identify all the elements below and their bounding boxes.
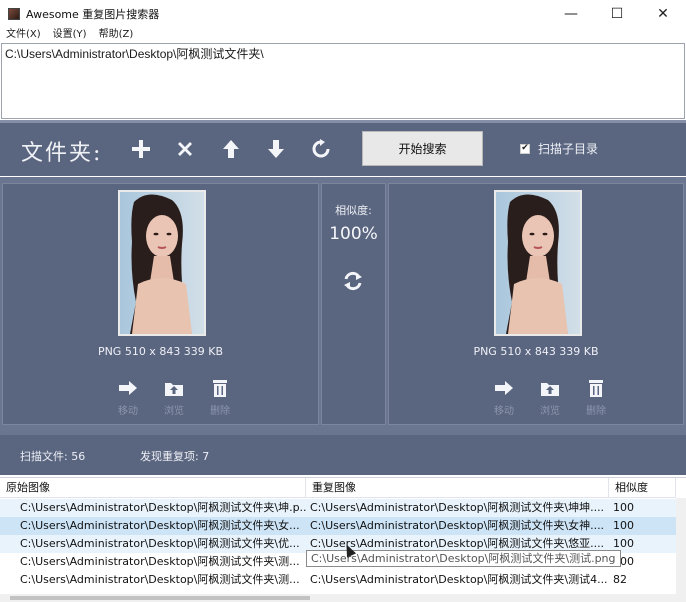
- duplicates-found-count: 发现重复项: 7: [140, 450, 210, 463]
- app-icon: [8, 8, 20, 20]
- original-path: C:\Users\Administrator\Desktop\阿枫测试文件夹\测…: [20, 555, 300, 568]
- delete-label: 删除: [586, 406, 606, 417]
- original-image-preview[interactable]: [118, 190, 206, 336]
- scan-subdir-label: 扫描子目录: [538, 142, 599, 156]
- scan-subdir-checkbox[interactable]: ✔: [520, 143, 530, 154]
- scan-subdir-option[interactable]: ✔ 扫描子目录: [520, 140, 598, 157]
- column-original[interactable]: 原始图像: [0, 478, 306, 497]
- original-path: C:\Users\Administrator\Desktop\阿枫测试文件夹\女…: [20, 519, 300, 532]
- original-image-panel: PNG 510 x 843 339 KB 移动 浏览 删除: [2, 183, 319, 425]
- duplicate-path: C:\Users\Administrator\Desktop\阿枫测试文件夹\坤…: [310, 501, 605, 514]
- duplicate-image-panel: PNG 510 x 843 339 KB 移动 浏览 删除: [388, 183, 684, 425]
- table-row[interactable]: C:\Users\Administrator\Desktop\阿枫测试文件夹\坤…: [0, 499, 676, 517]
- scanned-files-count: 扫描文件: 56: [20, 450, 86, 463]
- folder-toolbar: 文件夹: 开始搜索 ✔ 扫描子目录: [0, 120, 686, 176]
- plus-icon[interactable]: [129, 137, 153, 161]
- duplicate-path: C:\Users\Administrator\Desktop\阿枫测试文件夹\测…: [310, 573, 608, 586]
- menu-file[interactable]: 文件(X): [6, 28, 41, 42]
- arrow-right-icon: [117, 378, 139, 398]
- browse-label: 浏览: [164, 406, 184, 417]
- similarity-value: 100%: [329, 224, 378, 244]
- folder-item[interactable]: C:\Users\Administrator\Desktop\阿枫测试文件夹\: [2, 44, 684, 62]
- column-duplicate[interactable]: 重复图像: [306, 478, 609, 497]
- move-label: 移动: [118, 406, 138, 417]
- duplicate-image-info: PNG 510 x 843 339 KB: [473, 345, 599, 358]
- trash-icon: [585, 378, 607, 398]
- original-path: C:\Users\Administrator\Desktop\阿枫测试文件夹\测…: [20, 573, 300, 586]
- refresh-icon[interactable]: [309, 137, 333, 161]
- menu-settings[interactable]: 设置(Y): [53, 28, 87, 42]
- arrow-down-icon[interactable]: [264, 137, 288, 161]
- move-label: 移动: [494, 406, 514, 417]
- scrollbar-thumb[interactable]: [10, 596, 310, 600]
- table-body: C:\Users\Administrator\Desktop\阿枫测试文件夹\坤…: [0, 499, 676, 589]
- similarity-cell: 100: [613, 519, 634, 532]
- minimize-button[interactable]: —: [548, 0, 594, 28]
- original-path: C:\Users\Administrator\Desktop\阿枫测试文件夹\坤…: [20, 501, 306, 514]
- swap-icon[interactable]: [340, 268, 366, 294]
- table-row[interactable]: C:\Users\Administrator\Desktop\阿枫测试文件夹\测…: [0, 571, 676, 589]
- x-icon[interactable]: [173, 137, 197, 161]
- column-similarity[interactable]: 相似度: [609, 478, 676, 497]
- folder-open-icon: [163, 378, 185, 398]
- menu-help[interactable]: 帮助(Z): [99, 28, 134, 42]
- similarity-panel: 相似度: 100%: [321, 183, 386, 425]
- duplicate-image-actions: 移动 浏览 删除: [481, 378, 619, 417]
- arrow-up-icon[interactable]: [219, 137, 243, 161]
- duplicate-image-preview[interactable]: [494, 190, 582, 336]
- results-table: 原始图像 重复图像 相似度 C:\Users\Administrator\Des…: [0, 477, 686, 602]
- original-path: C:\Users\Administrator\Desktop\阿枫测试文件夹\优…: [20, 537, 300, 550]
- title-bar: Awesome 重复图片搜索器 — ☐ ✕: [0, 0, 686, 28]
- delete-original-button[interactable]: 删除: [197, 378, 243, 417]
- menu-bar: 文件(X) 设置(Y) 帮助(Z): [0, 28, 686, 42]
- arrow-right-icon: [493, 378, 515, 398]
- horizontal-scrollbar[interactable]: [0, 594, 676, 602]
- folder-label: 文件夹:: [21, 141, 103, 166]
- similarity-cell: 100: [613, 501, 634, 514]
- browse-original-button[interactable]: 浏览: [151, 378, 197, 417]
- compare-area: PNG 510 x 843 339 KB 移动 浏览 删除 相似度: 100% …: [0, 177, 686, 435]
- folder-open-icon: [539, 378, 561, 398]
- close-button[interactable]: ✕: [640, 0, 686, 28]
- move-original-button[interactable]: 移动: [105, 378, 151, 417]
- browse-duplicate-button[interactable]: 浏览: [527, 378, 573, 417]
- window-title: Awesome 重复图片搜索器: [26, 8, 160, 21]
- browse-label: 浏览: [540, 406, 560, 417]
- table-header: 原始图像 重复图像 相似度: [0, 478, 676, 498]
- maximize-button[interactable]: ☐: [594, 0, 640, 28]
- delete-duplicate-button[interactable]: 删除: [573, 378, 619, 417]
- window-controls: — ☐ ✕: [548, 0, 686, 28]
- original-image-actions: 移动 浏览 删除: [105, 378, 243, 417]
- trash-icon: [209, 378, 231, 398]
- status-bar: 扫描文件: 56 发现重复项: 7: [0, 435, 686, 475]
- table-row[interactable]: C:\Users\Administrator\Desktop\阿枫测试文件夹\女…: [0, 517, 676, 535]
- original-image-info: PNG 510 x 843 339 KB: [97, 345, 224, 358]
- similarity-label: 相似度:: [335, 204, 372, 217]
- folder-list[interactable]: C:\Users\Administrator\Desktop\阿枫测试文件夹\: [1, 43, 685, 119]
- delete-label: 删除: [210, 406, 230, 417]
- vertical-scrollbar[interactable]: [676, 498, 686, 602]
- similarity-cell: 82: [613, 573, 627, 586]
- move-duplicate-button[interactable]: 移动: [481, 378, 527, 417]
- start-search-button[interactable]: 开始搜索: [362, 131, 483, 166]
- duplicate-path: C:\Users\Administrator\Desktop\阿枫测试文件夹\女…: [310, 519, 605, 532]
